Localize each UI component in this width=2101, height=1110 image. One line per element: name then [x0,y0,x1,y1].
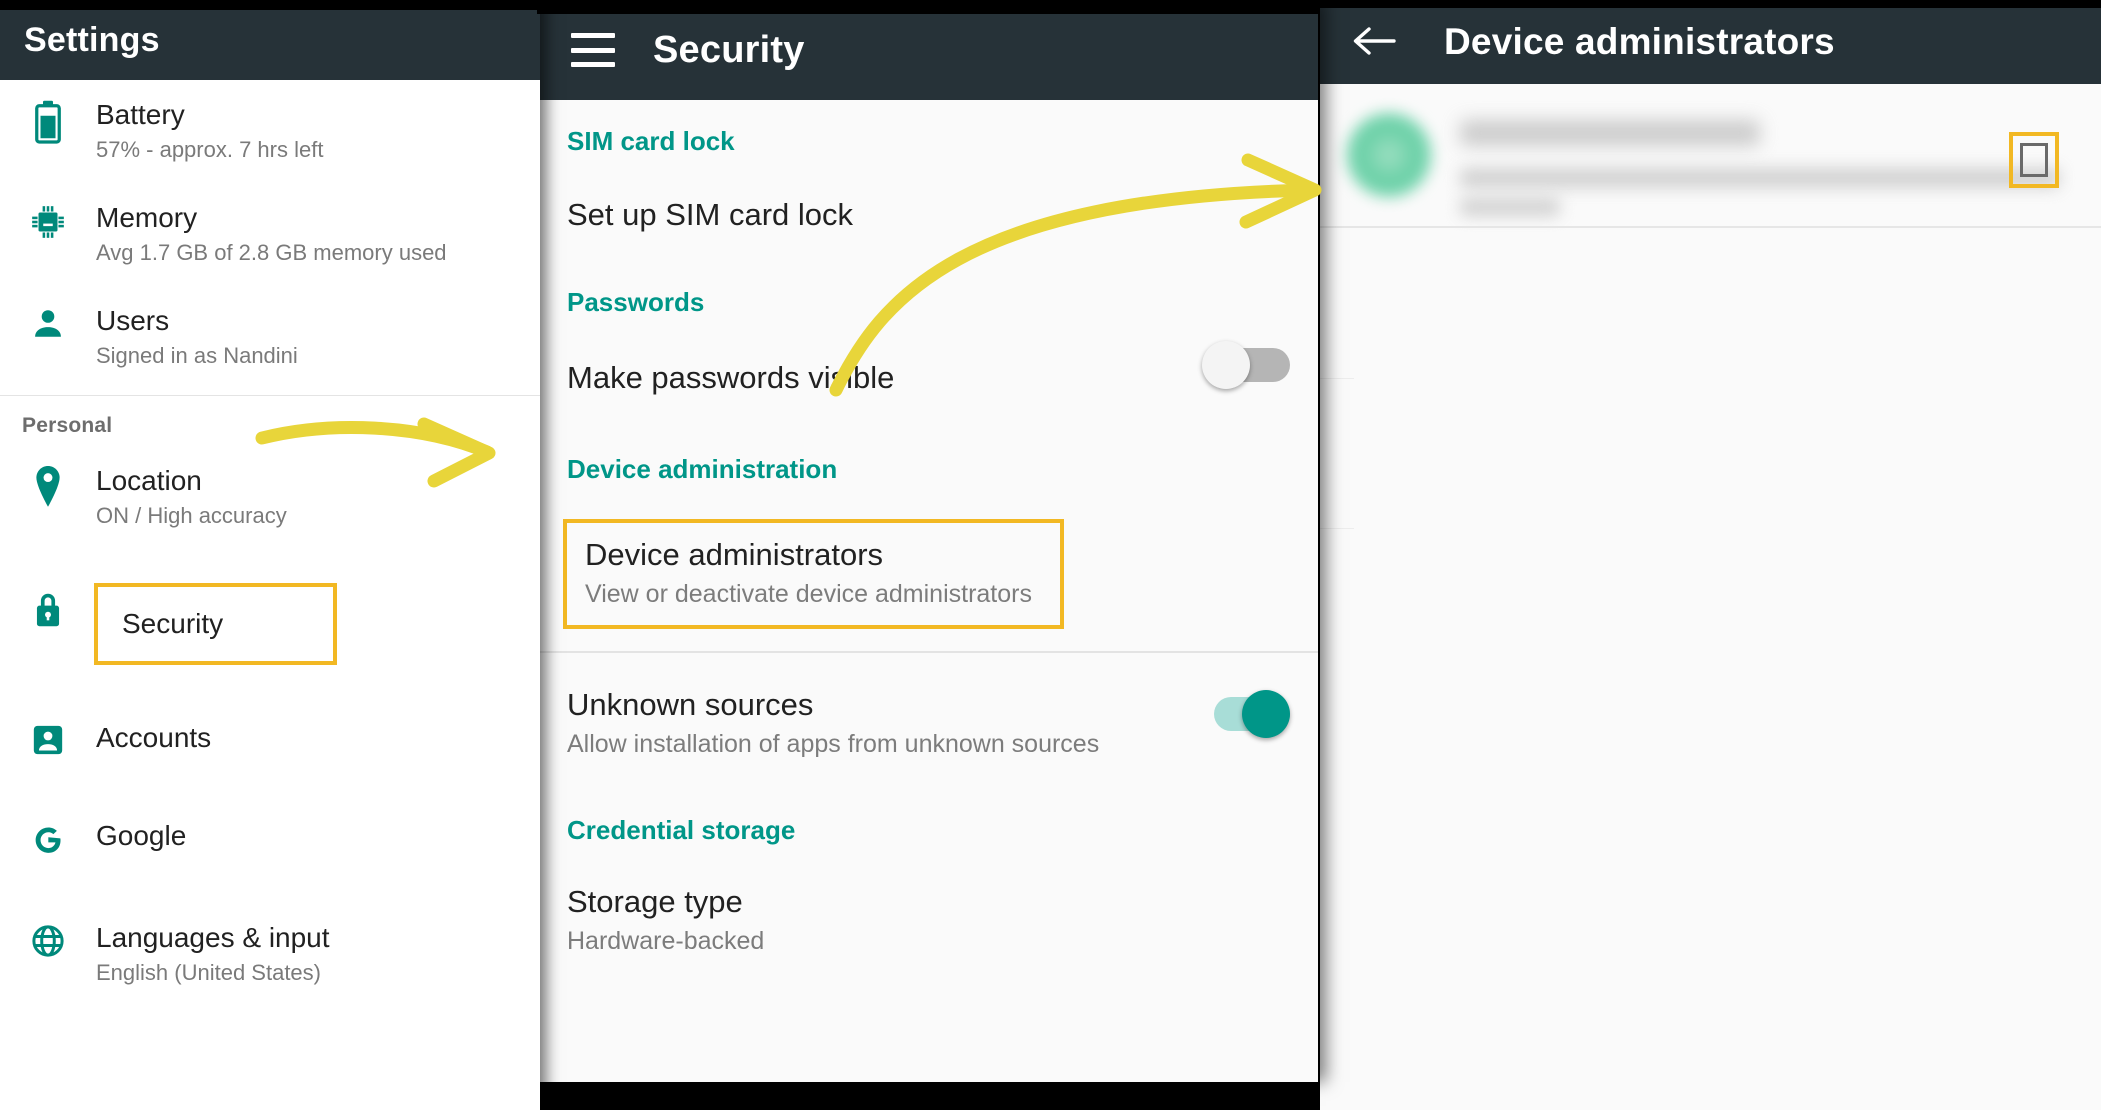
sidebar-item-users-subtitle: Signed in as Nandini [96,343,298,368]
sidebar-item-security[interactable]: Security [0,549,540,695]
sidebar-item-memory-subtitle: Avg 1.7 GB of 2.8 GB memory used [96,240,447,265]
person-icon [0,304,96,342]
settings-appbar: Settings [0,0,540,80]
sidebar-item-languages[interactable]: Languages & input English (United States… [0,877,540,1006]
back-arrow-icon[interactable] [1350,22,1396,62]
row-unknown-sources[interactable]: Unknown sources Allow installation of ap… [537,653,1318,771]
settings-title: Settings [24,20,160,59]
sidebar-item-memory[interactable]: Memory Avg 1.7 GB of 2.8 GB memory used [0,183,540,286]
row-unknown-sources-subtitle: Allow installation of apps from unknown … [567,730,1100,758]
make-passwords-visible-toggle[interactable] [1202,341,1290,389]
lock-icon [0,583,96,629]
security-list: SIM card lock Set up SIM card lock Passw… [537,100,1318,968]
row-device-administrators-title: Device administrators [585,537,884,572]
sidebar-item-memory-title: Memory [96,202,198,233]
row-storage-type[interactable]: Storage type Hardware-backed [537,846,1318,968]
globe-icon [0,921,96,959]
google-g-icon [0,819,96,859]
settings-list: Battery 57% - approx. 7 hrs left Memory … [0,80,540,1006]
row-setup-sim-card-lock-title: Set up SIM card lock [567,197,854,232]
sidebar-item-google[interactable]: Google [0,775,540,877]
sidebar-item-users-title: Users [96,305,170,336]
security-title: Security [653,28,805,71]
list-item-subtitle-line2 [1460,198,1560,216]
sidebar-item-accounts[interactable]: Accounts [0,695,540,775]
security-appbar: Security [537,0,1318,100]
sidebar-item-location-subtitle: ON / High accuracy [96,503,287,528]
device-administrators-panel: Device administrators [1320,0,2101,1110]
unknown-sources-toggle[interactable] [1204,690,1290,738]
screen-bezel-top-left [0,0,537,10]
sidebar-section-personal: Personal [22,414,113,437]
row-device-administrators-subtitle: View or deactivate device administrators [585,580,1032,608]
screen-bezel-top-middle [537,0,1318,14]
settings-panel: Settings Battery 57% - approx. 7 hrs lef… [0,0,540,1110]
sidebar-item-languages-title: Languages & input [96,922,330,953]
security-category-sim: SIM card lock [567,126,735,156]
memory-chip-icon [0,201,96,241]
screen-bezel-top-right [1318,0,2101,8]
row-storage-type-title: Storage type [567,884,743,919]
device-administrators-title: Device administrators [1444,21,1835,62]
account-box-icon [0,721,96,757]
app-avatar-icon [1346,112,1432,198]
sidebar-item-users[interactable]: Users Signed in as Nandini [0,286,540,389]
security-highlight-box: Security [94,583,338,665]
screenshot-stage: Settings Battery 57% - approx. 7 hrs lef… [0,0,2101,1110]
checkbox-icon[interactable] [2020,143,2048,177]
sidebar-item-battery[interactable]: Battery 57% - approx. 7 hrs left [0,80,540,183]
row-storage-type-subtitle: Hardware-backed [567,927,765,955]
row-setup-sim-card-lock[interactable]: Set up SIM card lock [537,157,1318,245]
device-administrators-highlight-box: Device administrators View or deactivate… [563,519,1064,629]
security-panel: Security SIM card lock Set up SIM card l… [537,0,1318,1082]
security-category-passwords: Passwords [567,287,705,317]
sidebar-item-security-title: Security [122,608,224,639]
faint-mark [1320,528,1354,529]
sidebar-item-location-title: Location [96,465,202,496]
divider [1320,226,2101,228]
security-category-device-administration: Device administration [567,454,838,484]
list-item-title [1460,120,1760,146]
list-item[interactable] [1320,84,2101,228]
screen-bezel-bottom [715,1082,1318,1110]
location-pin-icon [0,464,96,508]
sidebar-item-location[interactable]: Location ON / High accuracy [0,452,540,549]
faint-mark [1320,378,1354,379]
battery-icon [0,98,96,144]
sidebar-item-google-title: Google [96,820,187,851]
device-administrators-appbar: Device administrators [1320,0,2101,84]
sidebar-item-accounts-title: Accounts [96,722,212,753]
list-item-subtitle-line1 [1460,168,2060,188]
sidebar-item-battery-title: Battery [96,99,185,130]
hamburger-menu-icon[interactable] [571,33,615,67]
sidebar-item-battery-subtitle: 57% - approx. 7 hrs left [96,137,324,162]
row-make-passwords-visible[interactable]: Make passwords visible [537,318,1318,408]
row-device-administrators[interactable]: Device administrators View or deactivate… [537,485,1318,629]
security-category-credential-storage: Credential storage [567,815,796,845]
admin-checkbox-highlight-box[interactable] [2009,132,2059,188]
sidebar-item-languages-subtitle: English (United States) [96,960,321,985]
